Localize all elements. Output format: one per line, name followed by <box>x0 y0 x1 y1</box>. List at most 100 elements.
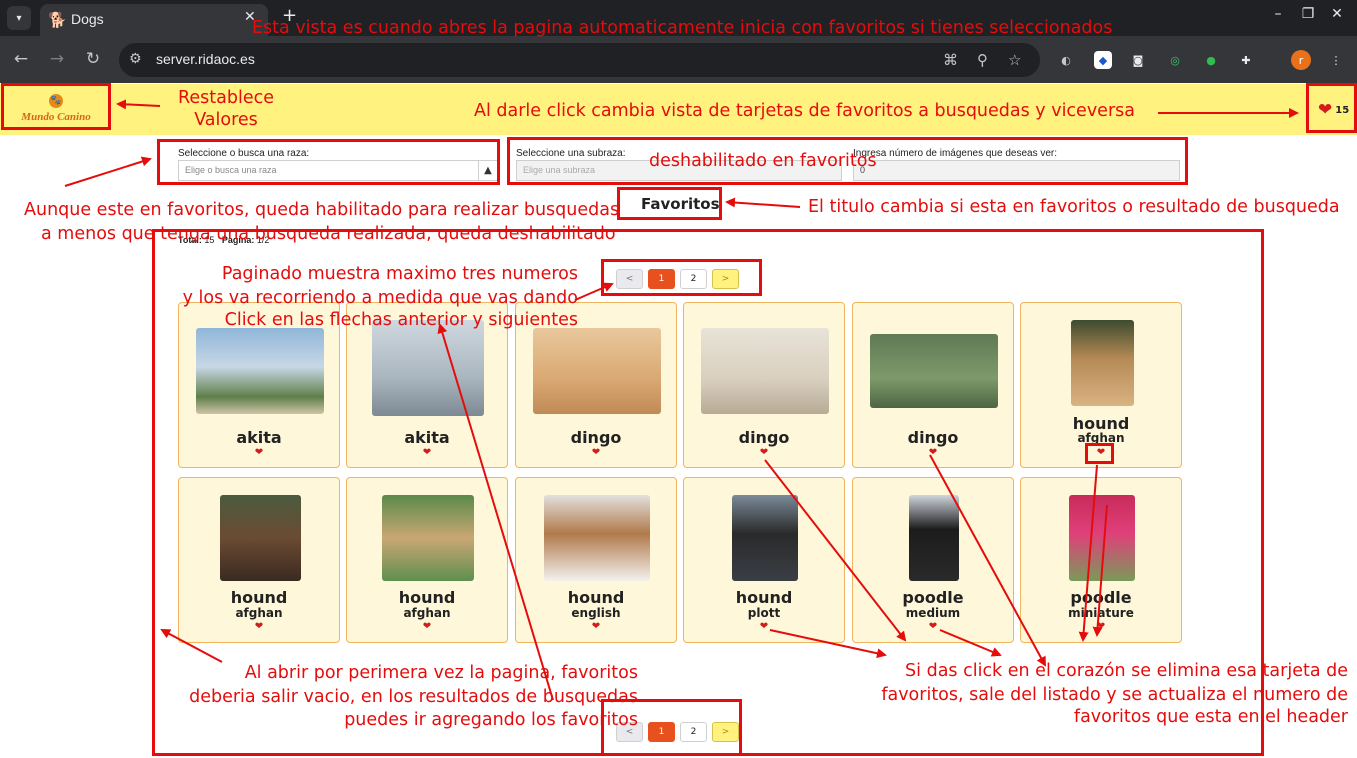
card-breed-name: hound <box>230 588 288 607</box>
dog-photo <box>909 495 959 581</box>
annotation-search-2: a menos que tenga una busqueda realizada… <box>41 224 616 244</box>
zoom-icon[interactable]: ⚲ <box>977 51 988 69</box>
card-subbreed-name: plott <box>747 606 781 620</box>
extensions-puzzle-icon[interactable]: ✚ <box>1237 51 1255 69</box>
remove-favorite-heart-icon[interactable]: ❤ <box>516 621 676 632</box>
remove-favorite-heart-icon[interactable]: ❤ <box>853 621 1013 632</box>
remove-favorite-heart-icon[interactable]: ❤ <box>1021 621 1181 632</box>
breed-label: Seleccione o busca una raza: <box>178 148 310 159</box>
dog-card: hound afghan ❤ <box>346 477 508 643</box>
extension-box-icon[interactable]: ◆ <box>1094 51 1112 69</box>
remove-favorite-heart-icon[interactable]: ❤ <box>516 447 676 458</box>
logo-dog-icon: 🐾 <box>49 94 63 108</box>
card-breed-name: hound <box>398 588 456 607</box>
dog-photo <box>196 328 324 414</box>
dog-card: hound english ❤ <box>515 477 677 643</box>
dog-photo <box>1069 495 1135 581</box>
card-subbreed-name: miniature <box>1068 606 1134 620</box>
forward-icon[interactable]: → <box>46 49 68 69</box>
dog-photo <box>372 320 484 416</box>
annotation-empty-2: deberia salir vacio, en los resultados d… <box>189 687 638 707</box>
tab-title: Dogs <box>71 11 104 27</box>
dog-card: hound plott ❤ <box>683 477 845 643</box>
card-breed-name: akita <box>404 428 450 447</box>
annotation-paging-3: Click en las flechas anterior y siguient… <box>224 310 578 330</box>
annotation-reset: Restablece Valores <box>178 88 274 130</box>
heart-icon: ❤ <box>1318 100 1333 120</box>
page-button-1[interactable]: 1 <box>648 269 675 289</box>
annotation-empty-1: Al abrir por perimera vez la pagina, fav… <box>244 663 638 683</box>
restore-icon[interactable]: ❐ <box>1298 6 1318 22</box>
dog-card: poodle miniature ❤ <box>1020 477 1182 643</box>
remove-favorite-heart-icon[interactable]: ❤ <box>179 447 339 458</box>
image-count-input[interactable]: 0 <box>853 160 1180 181</box>
remove-favorite-heart-icon[interactable]: ❤ <box>1021 447 1181 458</box>
extension-color-icon[interactable]: ● <box>1202 51 1220 69</box>
subbreed-label: Seleccione una subraza: <box>516 148 626 159</box>
page-title: Favoritos <box>641 195 720 213</box>
favorites-toggle-button[interactable]: ❤ 15 <box>1318 100 1349 120</box>
extension-target-icon[interactable]: ◎ <box>1166 51 1184 69</box>
card-subbreed-name: afghan <box>235 606 283 620</box>
card-breed-name: akita <box>236 428 282 447</box>
remove-favorite-heart-icon[interactable]: ❤ <box>684 621 844 632</box>
card-breed-name: dingo <box>907 428 959 447</box>
breed-search-input[interactable]: Elige o busca una raza <box>178 160 479 181</box>
dog-card: hound afghan ❤ <box>1020 302 1182 468</box>
site-info-icon[interactable]: ⚙ <box>129 51 142 67</box>
remove-favorite-heart-icon[interactable]: ❤ <box>347 447 507 458</box>
next-page-button[interactable]: > <box>712 269 739 289</box>
breed-dropdown-button[interactable]: ▲ <box>478 160 498 181</box>
dog-photo <box>870 334 998 408</box>
card-subbreed-name: medium <box>905 606 961 620</box>
address-bar[interactable]: ⚙ server.ridaoc.es ⌘ ⚲ ☆ <box>119 43 1040 77</box>
browser-tab[interactable]: 🐕 Dogs ✕ <box>40 4 268 36</box>
annotation-title-change: El titulo cambia si esta en favoritos o … <box>808 197 1340 217</box>
dog-photo <box>732 495 798 581</box>
image-count-label: Ingresa número de imágenes que deseas ve… <box>853 148 1058 159</box>
extension-camera-icon[interactable]: ◙ <box>1129 51 1147 69</box>
card-subbreed-name: afghan <box>403 606 451 620</box>
dog-photo <box>220 495 301 581</box>
annotation-paging-1: Paginado muestra maximo tres numeros <box>221 264 578 284</box>
browser-menu-icon[interactable]: ⋮ <box>1327 51 1345 69</box>
logo-text: Mundo Canino <box>21 111 91 123</box>
card-breed-name: hound <box>735 588 793 607</box>
dog-favicon-icon: 🐕 <box>48 11 67 29</box>
remove-favorite-heart-icon[interactable]: ❤ <box>347 621 507 632</box>
tab-search-chevron-icon[interactable]: ▾ <box>7 6 31 30</box>
remove-favorite-heart-icon[interactable]: ❤ <box>684 447 844 458</box>
annotation-heart-1: Si das click en el corazón se elimina es… <box>905 661 1348 681</box>
prev-page-button[interactable]: < <box>616 269 643 289</box>
back-icon[interactable]: ← <box>10 49 32 69</box>
annotation-top: Esta vista es cuando abres la pagina aut… <box>252 18 1113 38</box>
annotation-search-1: Aunque este en favoritos, queda habilita… <box>24 200 620 220</box>
remove-favorite-heart-icon[interactable]: ❤ <box>179 621 339 632</box>
dog-card: hound afghan ❤ <box>178 477 340 643</box>
page-button-2[interactable]: 2 <box>680 722 707 742</box>
page-button-1[interactable]: 1 <box>648 722 675 742</box>
next-page-button[interactable]: > <box>712 722 739 742</box>
url-text: server.ridaoc.es <box>156 51 255 67</box>
translate-icon[interactable]: ⌘ <box>943 51 958 69</box>
dog-photo <box>382 495 474 581</box>
dog-photo <box>701 328 829 414</box>
card-breed-name: hound <box>567 588 625 607</box>
logo-reset-button[interactable]: 🐾 Mundo Canino <box>6 94 106 128</box>
browser-toolbar: ← → ↻ ⚙ server.ridaoc.es ⌘ ⚲ ☆ ◐ ◆ ◙ ◎ ●… <box>0 36 1357 83</box>
reload-icon[interactable]: ↻ <box>82 49 104 69</box>
dog-photo <box>544 495 650 581</box>
dog-photo <box>533 328 661 414</box>
page-button-2[interactable]: 2 <box>680 269 707 289</box>
bookmark-star-icon[interactable]: ☆ <box>1008 51 1021 69</box>
favorites-count: 15 <box>1335 104 1350 116</box>
extension-mouse-icon[interactable]: ◐ <box>1057 51 1075 69</box>
close-window-icon[interactable]: ✕ <box>1327 6 1347 22</box>
dog-photo <box>1071 320 1134 406</box>
card-subbreed-name: afghan <box>1077 431 1125 445</box>
minimize-icon[interactable]: – <box>1268 6 1288 22</box>
profile-avatar[interactable]: r <box>1291 50 1311 70</box>
annotation-heart-2: favoritos, sale del listado y se actuali… <box>881 685 1348 705</box>
remove-favorite-heart-icon[interactable]: ❤ <box>853 447 1013 458</box>
annotation-paging-2: y los va recorriendo a medida que vas da… <box>182 288 578 308</box>
